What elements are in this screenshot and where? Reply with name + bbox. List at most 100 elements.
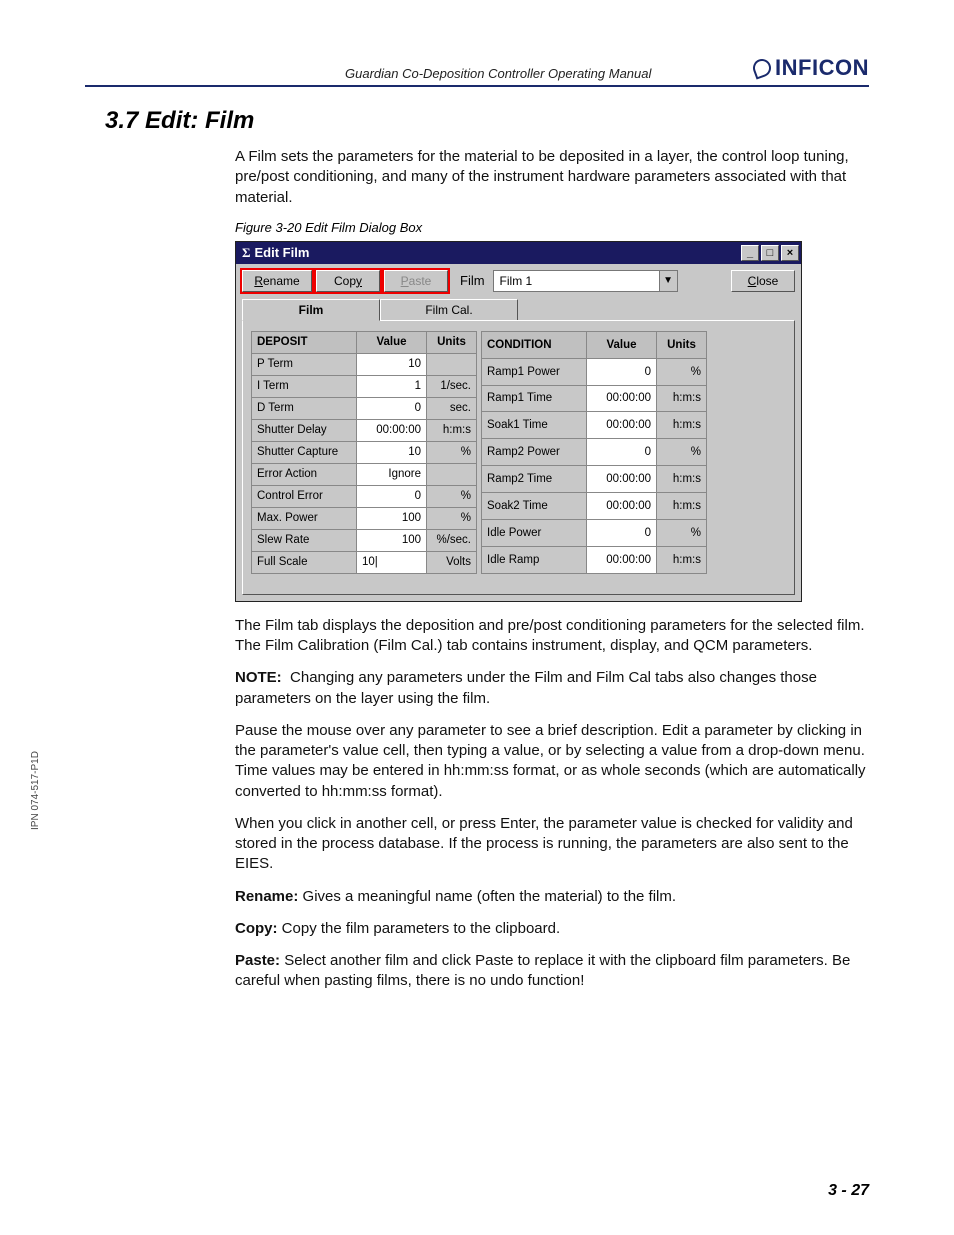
dialog-titlebar[interactable]: Σ Edit Film _ □ × — [236, 242, 801, 264]
close-button[interactable]: Close — [731, 270, 795, 292]
param-units: h:m:s — [657, 493, 707, 520]
param-value-cell[interactable]: 10| — [357, 551, 427, 573]
table-row: Soak2 Time00:00:00h:m:s — [482, 493, 707, 520]
param-units: %/sec. — [427, 529, 477, 551]
table-row: Max. Power100% — [252, 507, 477, 529]
param-label: Ramp1 Power — [482, 358, 587, 385]
param-label: P Term — [252, 353, 357, 375]
param-label: Ramp2 Time — [482, 466, 587, 493]
param-units: 1/sec. — [427, 375, 477, 397]
param-label: Soak2 Time — [482, 493, 587, 520]
param-units: % — [427, 507, 477, 529]
param-label: Shutter Delay — [252, 419, 357, 441]
param-value-cell[interactable]: 0 — [587, 439, 657, 466]
param-value-cell[interactable]: 0 — [357, 485, 427, 507]
table-row: Ramp1 Time00:00:00h:m:s — [482, 385, 707, 412]
column-header: DEPOSIT — [252, 331, 357, 353]
param-value-cell[interactable]: 00:00:00 — [587, 385, 657, 412]
param-units: Volts — [427, 551, 477, 573]
table-row: Error ActionIgnore — [252, 463, 477, 485]
intro-paragraph: A Film sets the parameters for the mater… — [235, 147, 869, 208]
logo-text: INFICON — [775, 55, 869, 81]
param-units — [427, 463, 477, 485]
running-header: Guardian Co-Deposition Controller Operat… — [345, 66, 651, 81]
chevron-down-icon[interactable]: ▼ — [659, 271, 677, 291]
dialog-title: Edit Film — [255, 245, 742, 260]
edit-film-dialog: Σ Edit Film _ □ × Rename Copy Paste Film… — [235, 241, 802, 602]
rename-desc: Rename: Gives a meaningful name (often t… — [235, 887, 869, 907]
rename-button[interactable]: Rename — [242, 270, 312, 292]
param-value-cell[interactable]: 1 — [357, 375, 427, 397]
param-units: h:m:s — [657, 385, 707, 412]
pause-paragraph: Pause the mouse over any parameter to se… — [235, 721, 869, 802]
param-label: Error Action — [252, 463, 357, 485]
film-select[interactable]: Film 1 ▼ — [493, 270, 678, 292]
film-select-value: Film 1 — [494, 274, 659, 288]
param-value-cell[interactable]: 0 — [357, 397, 427, 419]
table-row: Shutter Capture10% — [252, 441, 477, 463]
param-value-cell[interactable]: 0 — [587, 519, 657, 546]
param-label: Soak1 Time — [482, 412, 587, 439]
table-row: Shutter Delay00:00:00h:m:s — [252, 419, 477, 441]
param-units: % — [427, 485, 477, 507]
param-label: Ramp1 Time — [482, 385, 587, 412]
param-value-cell[interactable]: 00:00:00 — [587, 466, 657, 493]
logo-icon — [751, 56, 774, 79]
param-value-cell[interactable]: 100 — [357, 529, 427, 551]
maximize-button[interactable]: □ — [761, 245, 779, 261]
param-units: h:m:s — [657, 412, 707, 439]
table-row: Ramp2 Time00:00:00h:m:s — [482, 466, 707, 493]
param-value-cell[interactable]: 00:00:00 — [357, 419, 427, 441]
minimize-button[interactable]: _ — [741, 245, 759, 261]
param-units: % — [657, 519, 707, 546]
figure-caption: Figure 3-20 Edit Film Dialog Box — [235, 220, 869, 235]
table-row: Soak1 Time00:00:00h:m:s — [482, 412, 707, 439]
param-value-cell[interactable]: 00:00:00 — [587, 412, 657, 439]
param-value-cell[interactable]: 10 — [357, 441, 427, 463]
param-value-cell[interactable]: 100 — [357, 507, 427, 529]
page-number: 3 - 27 — [828, 1182, 869, 1200]
param-units: % — [427, 441, 477, 463]
sigma-icon: Σ — [242, 245, 251, 261]
note-text: Changing any parameters under the Film a… — [235, 669, 817, 706]
param-units: sec. — [427, 397, 477, 419]
param-label: Idle Ramp — [482, 546, 587, 573]
param-value-cell[interactable]: Ignore — [357, 463, 427, 485]
table-row: Slew Rate100%/sec. — [252, 529, 477, 551]
param-label: Slew Rate — [252, 529, 357, 551]
param-value-cell[interactable]: 00:00:00 — [587, 546, 657, 573]
table-row: D Term0sec. — [252, 397, 477, 419]
section-heading: 3.7 Edit: Film — [105, 107, 869, 135]
table-row: Idle Power0% — [482, 519, 707, 546]
table-row: Full Scale10|Volts — [252, 551, 477, 573]
table-row: Idle Ramp00:00:00h:m:s — [482, 546, 707, 573]
param-label: Control Error — [252, 485, 357, 507]
param-label: Ramp2 Power — [482, 439, 587, 466]
param-units: % — [657, 358, 707, 385]
note-label: NOTE: — [235, 669, 282, 686]
param-units: h:m:s — [657, 546, 707, 573]
note-block: NOTE: Changing any parameters under the … — [235, 668, 869, 709]
table-row: P Term10 — [252, 353, 477, 375]
column-header: Value — [587, 331, 657, 358]
column-header: CONDITION — [482, 331, 587, 358]
copy-button[interactable]: Copy — [316, 270, 380, 292]
param-units — [427, 353, 477, 375]
paste-desc: Paste: Select another film and click Pas… — [235, 951, 869, 992]
column-header: Units — [427, 331, 477, 353]
table-row: Ramp2 Power0% — [482, 439, 707, 466]
tab-film-cal[interactable]: Film Cal. — [380, 299, 518, 321]
table-row: I Term11/sec. — [252, 375, 477, 397]
param-value-cell[interactable]: 10 — [357, 353, 427, 375]
close-window-button[interactable]: × — [781, 245, 799, 261]
copy-desc: Copy: Copy the film parameters to the cl… — [235, 919, 869, 939]
column-header: Units — [657, 331, 707, 358]
param-label: I Term — [252, 375, 357, 397]
param-units: % — [657, 439, 707, 466]
tab-film[interactable]: Film — [242, 299, 380, 321]
param-value-cell[interactable]: 0 — [587, 358, 657, 385]
paste-button[interactable]: Paste — [384, 270, 448, 292]
brand-logo: INFICON — [753, 55, 869, 81]
param-units: h:m:s — [657, 466, 707, 493]
param-value-cell[interactable]: 00:00:00 — [587, 493, 657, 520]
